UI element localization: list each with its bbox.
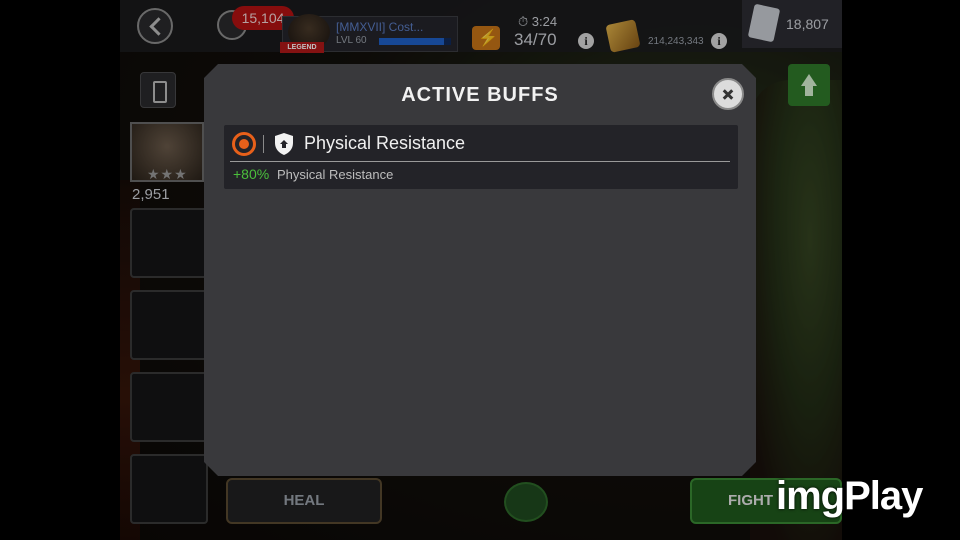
divider [230,161,730,162]
buff-value: +80% [233,166,270,182]
buff-description: Physical Resistance [277,167,394,182]
buff-type-icon [232,132,256,156]
modal-title: ACTIVE BUFFS [401,84,559,106]
divider [263,135,264,153]
imgplay-watermark: imgPlay [776,474,923,518]
physical-resistance-shield-icon [275,133,293,155]
buff-name: Physical Resistance [304,133,466,153]
close-button[interactable] [712,78,744,110]
